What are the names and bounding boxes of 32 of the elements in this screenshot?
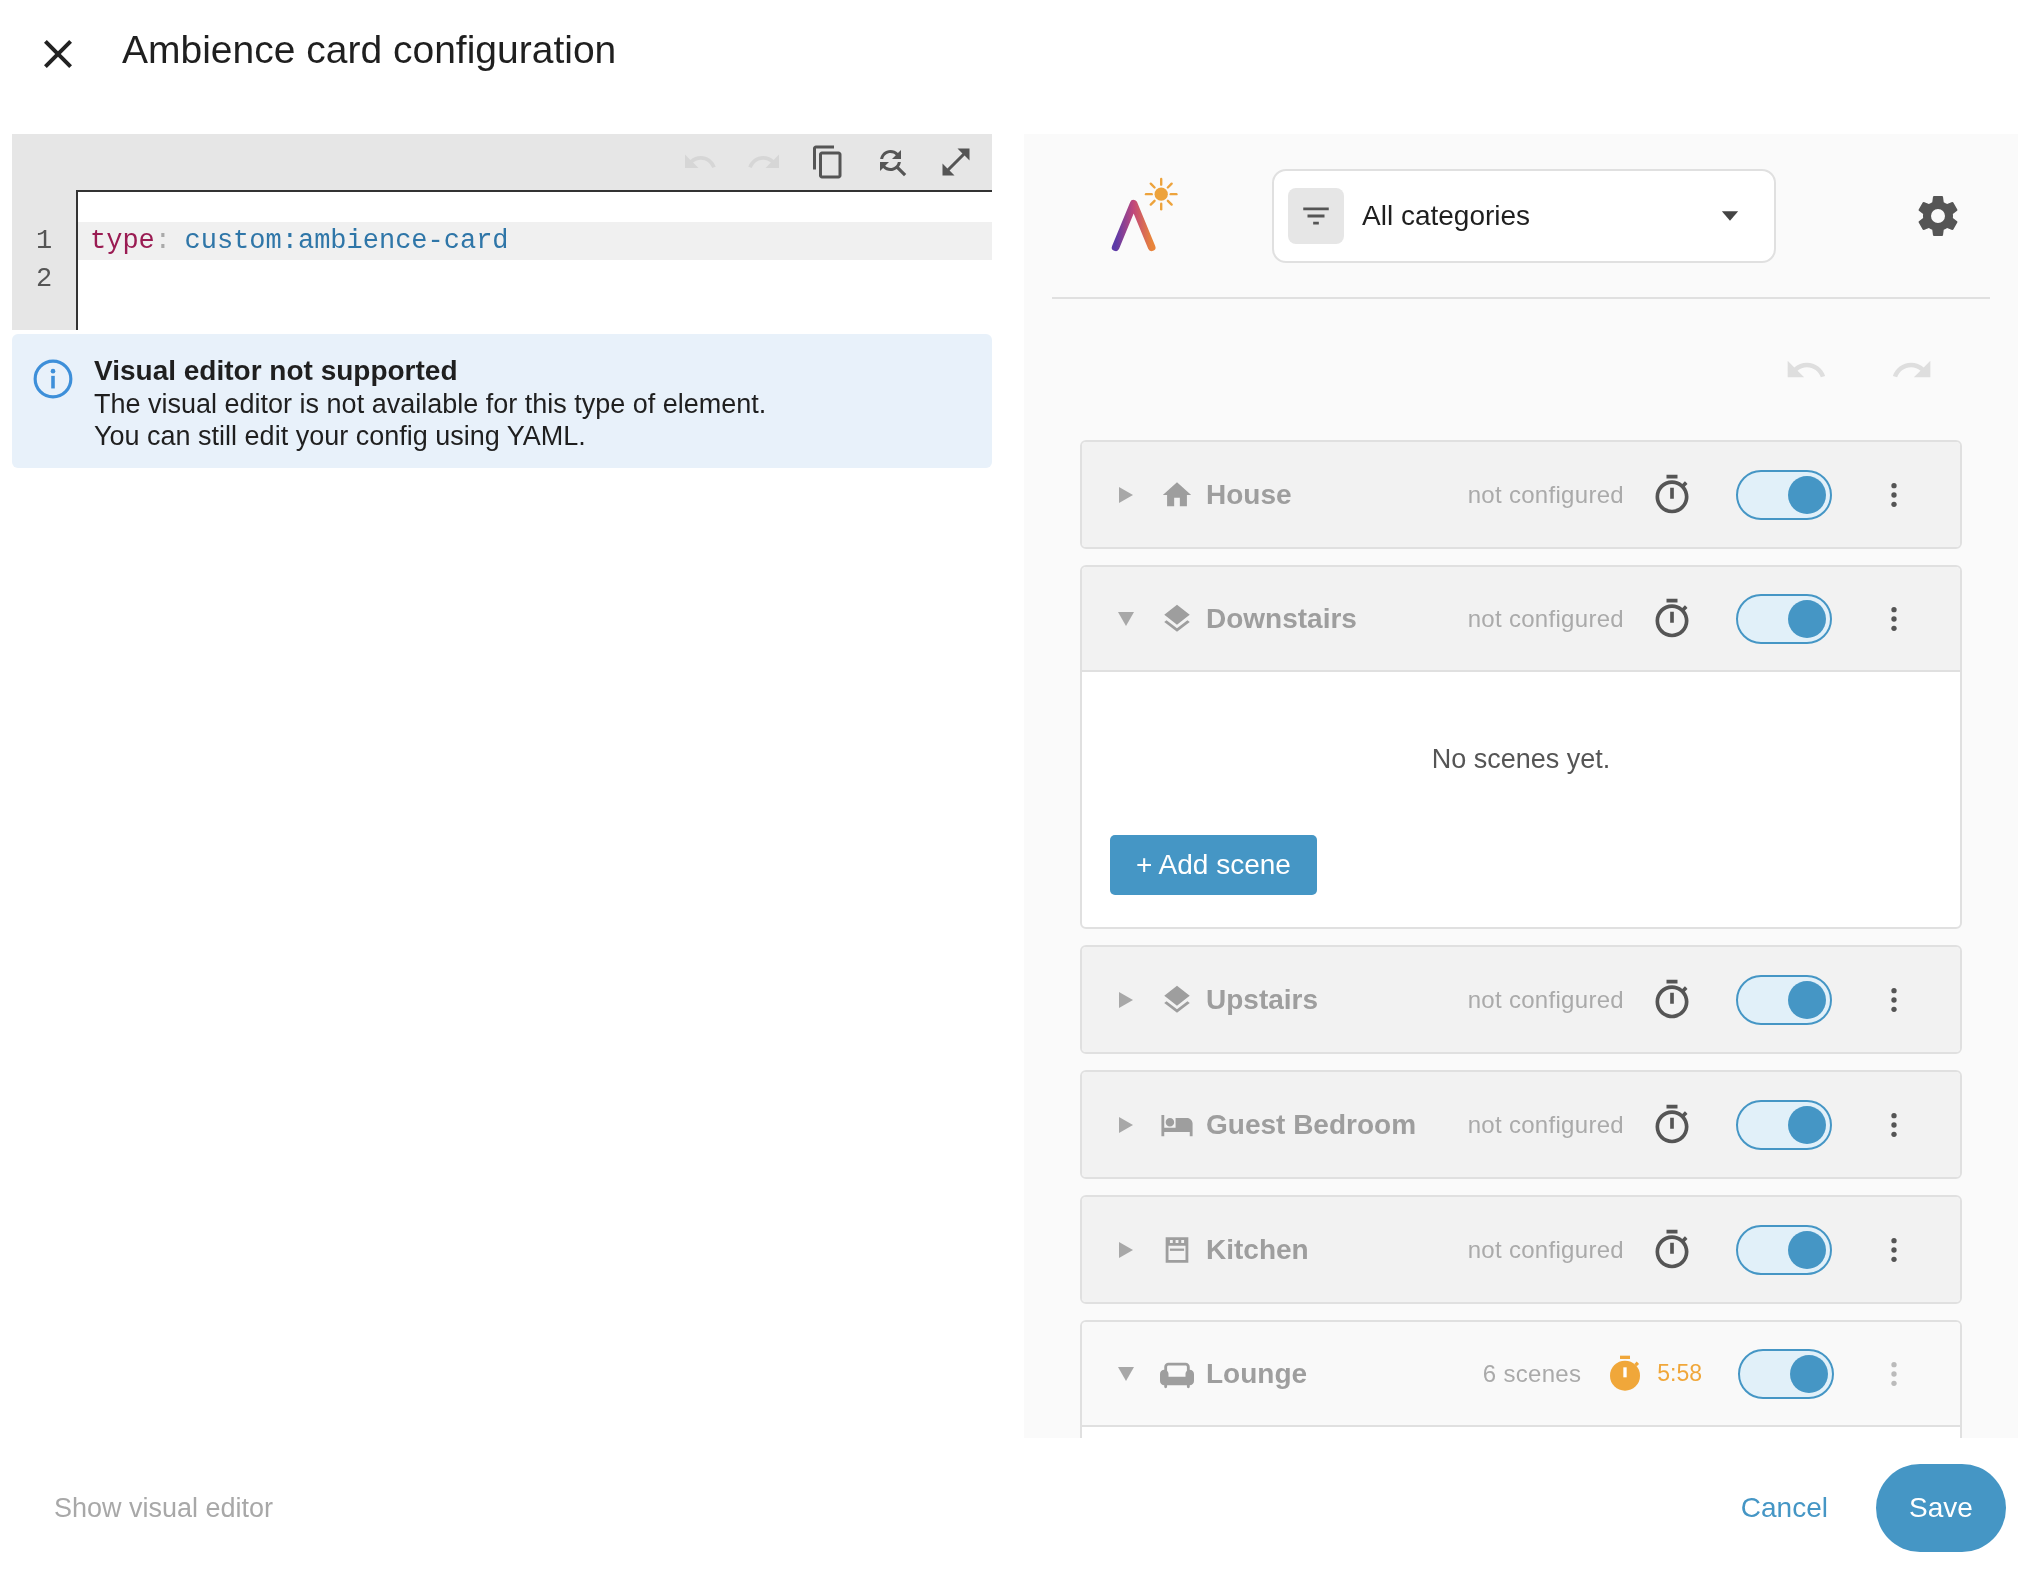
dialog-title: Ambience card configuration (122, 30, 617, 70)
toggle-switch[interactable] (1738, 1348, 1834, 1399)
area-status: not configured (1467, 1110, 1624, 1139)
line-number: 2 (34, 264, 54, 294)
toggle-switch[interactable] (1736, 1099, 1832, 1150)
line-number: 1 (34, 226, 54, 256)
toggle-switch[interactable] (1736, 1224, 1832, 1275)
empty-message: No scenes yet. (1431, 744, 1611, 775)
area-name: House (1206, 478, 1293, 511)
area-status: not configured (1467, 480, 1624, 509)
area-name: Lounge (1206, 1357, 1309, 1390)
area-status: not configured (1467, 604, 1624, 633)
area-name: Kitchen (1206, 1233, 1310, 1266)
timer-countdown: 5:58 (1657, 1360, 1702, 1387)
area-status: 6 scenes (1482, 1359, 1582, 1388)
toggle-switch[interactable] (1736, 974, 1832, 1025)
alert-title: Visual editor not supported (94, 354, 459, 388)
category-dropdown[interactable]: All categories (1272, 168, 1776, 263)
alert-message: You can still edit your config using YAML. (94, 420, 587, 452)
add-scene-button[interactable]: + Add scene (1110, 835, 1317, 895)
info-icon (32, 358, 74, 400)
save-button[interactable]: Save (1876, 1464, 2006, 1552)
code-editor[interactable]: 1 type: custom:ambience-card 2 (12, 134, 992, 330)
area-status: not configured (1467, 1235, 1624, 1264)
toggle-switch[interactable] (1736, 469, 1832, 520)
toggle-switch[interactable] (1736, 593, 1832, 644)
area-name: Upstairs (1206, 983, 1320, 1016)
alert-message: The visual editor is not available for this type of element. (94, 388, 767, 420)
area-status: not configured (1467, 985, 1624, 1014)
area-name: Downstairs (1206, 602, 1358, 635)
area-name: Guest Bedroom (1206, 1108, 1418, 1141)
cancel-button[interactable]: Cancel (1728, 1484, 1840, 1532)
